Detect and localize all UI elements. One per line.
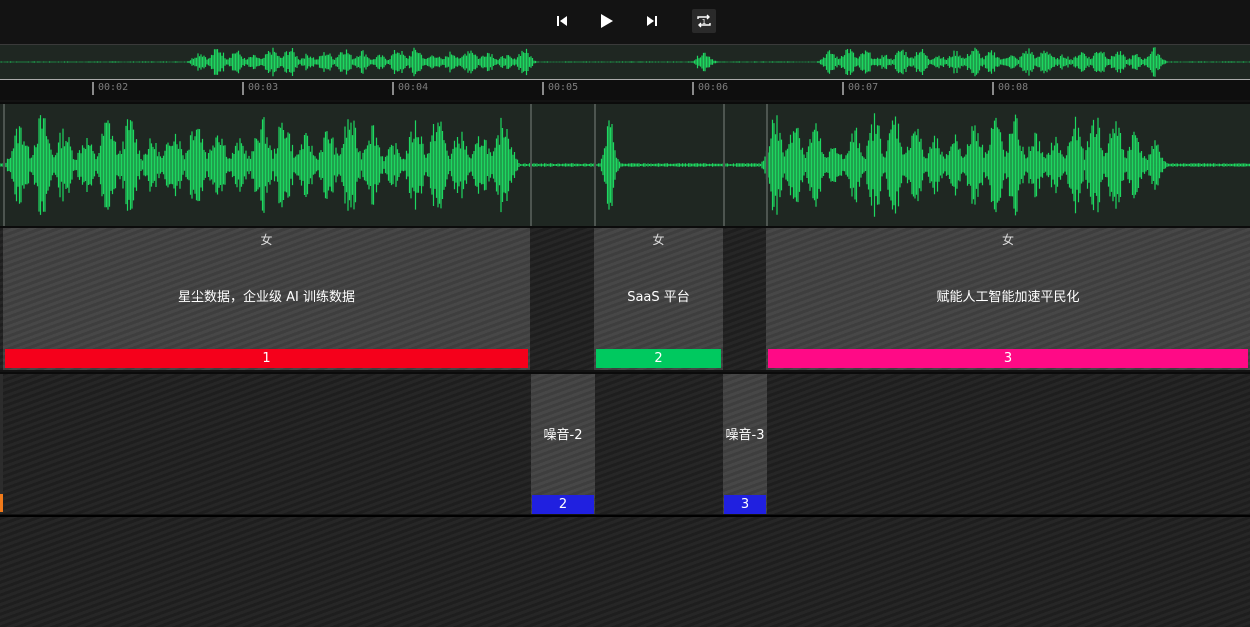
tick-label: 00:08	[998, 82, 1029, 93]
tick-mark	[92, 82, 94, 95]
transcript-text: 星尘数据，企业级 AI 训练数据	[178, 290, 355, 305]
skip-forward-button[interactable]	[640, 9, 664, 33]
tick-mark	[242, 82, 244, 95]
skip-back-icon	[557, 16, 567, 26]
tick-label: 00:07	[848, 82, 879, 93]
tick-label: 00:04	[398, 82, 429, 93]
transcript-text: 赋能人工智能加速平民化	[936, 290, 1080, 305]
noise-track: 噪音-2 2 噪音-3 3	[0, 372, 1250, 514]
speaker-label: 女	[260, 233, 273, 247]
region-id-bar: 3	[768, 349, 1248, 368]
skip-forward-icon	[647, 16, 657, 26]
track-edge	[0, 374, 3, 494]
empty-track	[0, 515, 1250, 627]
main-waveform[interactable]	[0, 102, 1250, 226]
tick-mark	[542, 82, 544, 95]
region-id-bar: 2	[596, 349, 721, 368]
speech-region-1[interactable]: 女 星尘数据，企业级 AI 训练数据 1	[3, 228, 530, 370]
loop-icon: 1	[697, 14, 711, 28]
player-toolbar: 1	[0, 0, 1250, 44]
play-icon	[601, 14, 613, 28]
speaker-label: 女	[652, 233, 665, 247]
noise-region-2[interactable]: 噪音-2 2	[531, 374, 595, 514]
loop-count: 1	[702, 18, 706, 26]
track-marker[interactable]	[0, 494, 3, 512]
play-button[interactable]	[594, 9, 618, 33]
speech-region-2[interactable]: 女 SaaS 平台 2	[594, 228, 723, 370]
overview-waveform[interactable]	[0, 44, 1250, 80]
noise-label: 噪音-3	[725, 428, 765, 443]
noise-label: 噪音-2	[543, 428, 583, 443]
tick-label: 00:05	[548, 82, 579, 93]
tick-mark	[992, 82, 994, 95]
speech-region-3[interactable]: 女 赋能人工智能加速平民化 3	[766, 228, 1250, 370]
tick-label: 00:03	[248, 82, 279, 93]
tick-mark	[692, 82, 694, 95]
noise-id-bar: 3	[724, 495, 766, 514]
loop-button[interactable]: 1	[692, 9, 716, 33]
tick-label: 00:06	[698, 82, 729, 93]
segment-boundary[interactable]	[594, 104, 596, 226]
tick-mark	[842, 82, 844, 95]
noise-id-bar: 2	[532, 495, 594, 514]
segment-boundary[interactable]	[530, 104, 532, 226]
tick-mark	[392, 82, 394, 95]
transcript-text: SaaS 平台	[627, 290, 690, 305]
timeline-ruler[interactable]: 00:02 00:03 00:04 00:05 00:06 00:07 00:0…	[0, 80, 1250, 100]
region-id-bar: 1	[5, 349, 528, 368]
noise-region-3[interactable]: 噪音-3 3	[723, 374, 767, 514]
segment-boundary[interactable]	[723, 104, 725, 226]
segment-boundary[interactable]	[766, 104, 768, 226]
segment-boundary[interactable]	[3, 104, 5, 226]
overview-waveform-graphic	[0, 47, 1250, 77]
tick-label: 00:02	[98, 82, 129, 93]
skip-back-button[interactable]	[550, 9, 574, 33]
speaker-label: 女	[1001, 233, 1014, 247]
main-waveform-graphic	[0, 113, 1250, 217]
speech-track: 女 星尘数据，企业级 AI 训练数据 1 女 SaaS 平台 2 女 赋能人工智…	[0, 226, 1250, 370]
